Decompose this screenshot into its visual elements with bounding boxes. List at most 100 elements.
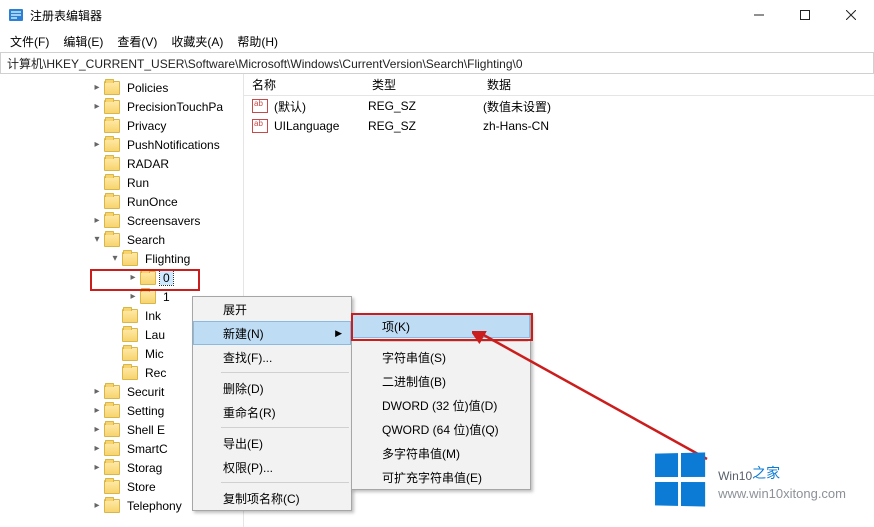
value-row[interactable]: (默认) REG_SZ (数值未设置) xyxy=(244,96,874,116)
chevron-right-icon[interactable]: ▸ xyxy=(126,291,140,302)
column-headers[interactable]: 名称 类型 数据 xyxy=(244,74,874,96)
menu-edit[interactable]: 编辑(E) xyxy=(63,33,103,50)
chevron-right-icon: ▶ xyxy=(335,328,342,339)
col-data[interactable]: 数据 xyxy=(479,76,874,93)
chevron-right-icon[interactable]: ▸ xyxy=(90,386,104,397)
folder-icon xyxy=(122,309,138,323)
tree-node-runonce[interactable]: RunOnce xyxy=(0,192,243,211)
ctx-new-qword[interactable]: QWORD (64 位)值(Q) xyxy=(352,417,530,441)
address-bar[interactable]: 计算机\HKEY_CURRENT_USER\Software\Microsoft… xyxy=(0,52,874,74)
value-data: (数值未设置) xyxy=(483,98,551,115)
tree-node-privacy[interactable]: Privacy xyxy=(0,116,243,135)
regedit-icon xyxy=(8,7,24,23)
ctx-new-multi[interactable]: 多字符串值(M) xyxy=(352,441,530,465)
ctx-expand[interactable]: 展开 xyxy=(193,297,351,321)
menu-help[interactable]: 帮助(H) xyxy=(237,33,278,50)
folder-icon xyxy=(104,442,120,456)
ctx-find[interactable]: 查找(F)... xyxy=(193,345,351,369)
tree-node-search[interactable]: ▾Search xyxy=(0,230,243,249)
address-text: 计算机\HKEY_CURRENT_USER\Software\Microsoft… xyxy=(7,55,523,72)
chevron-right-icon[interactable]: ▸ xyxy=(90,82,104,93)
value-name: (默认) xyxy=(274,98,368,115)
value-data: zh-Hans-CN xyxy=(483,119,549,133)
chevron-down-icon[interactable]: ▾ xyxy=(108,253,122,264)
ctx-new[interactable]: 新建(N)▶ xyxy=(193,321,351,345)
folder-icon xyxy=(122,347,138,361)
menu-file[interactable]: 文件(F) xyxy=(10,33,49,50)
context-submenu-new[interactable]: 项(K) 字符串值(S) 二进制值(B) DWORD (32 位)值(D) QW… xyxy=(351,313,531,490)
folder-icon xyxy=(122,328,138,342)
separator xyxy=(221,372,349,373)
annotation-box xyxy=(90,269,200,291)
tree-node-radar[interactable]: RADAR xyxy=(0,154,243,173)
chevron-right-icon[interactable]: ▸ xyxy=(90,139,104,150)
string-value-icon xyxy=(252,99,268,113)
separator xyxy=(380,341,528,342)
value-type: REG_SZ xyxy=(368,119,483,133)
folder-icon xyxy=(104,423,120,437)
folder-icon xyxy=(104,214,120,228)
close-button[interactable] xyxy=(828,0,874,30)
ctx-rename[interactable]: 重命名(R) xyxy=(193,400,351,424)
value-type: REG_SZ xyxy=(368,99,483,113)
value-name: UILanguage xyxy=(274,119,368,133)
menu-view[interactable]: 查看(V) xyxy=(117,33,157,50)
ctx-new-dword[interactable]: DWORD (32 位)值(D) xyxy=(352,393,530,417)
folder-icon xyxy=(104,195,120,209)
tree-node-push[interactable]: ▸PushNotifications xyxy=(0,135,243,154)
chevron-right-icon[interactable]: ▸ xyxy=(90,443,104,454)
watermark-brand: Win10之家 xyxy=(718,460,846,486)
tree-node-flighting[interactable]: ▾Flighting xyxy=(0,249,243,268)
folder-icon xyxy=(140,290,156,304)
folder-icon xyxy=(122,252,138,266)
folder-icon xyxy=(104,176,120,190)
chevron-right-icon[interactable]: ▸ xyxy=(90,462,104,473)
folder-icon xyxy=(122,366,138,380)
chevron-right-icon[interactable]: ▸ xyxy=(90,500,104,511)
folder-icon xyxy=(104,100,120,114)
tree-node-screensavers[interactable]: ▸Screensavers xyxy=(0,211,243,230)
ctx-copy-key-name[interactable]: 复制项名称(C) xyxy=(193,486,351,510)
ctx-permissions[interactable]: 权限(P)... xyxy=(193,455,351,479)
chevron-right-icon[interactable]: ▸ xyxy=(90,405,104,416)
ctx-new-expand[interactable]: 可扩充字符串值(E) xyxy=(352,465,530,489)
minimize-button[interactable] xyxy=(736,0,782,30)
menu-favorites[interactable]: 收藏夹(A) xyxy=(171,33,223,50)
folder-icon xyxy=(104,480,120,494)
separator xyxy=(221,427,349,428)
window-controls xyxy=(736,0,874,30)
titlebar: 注册表编辑器 xyxy=(0,0,874,30)
folder-icon xyxy=(104,138,120,152)
separator xyxy=(221,482,349,483)
ctx-export[interactable]: 导出(E) xyxy=(193,431,351,455)
tree-node-precision[interactable]: ▸PrecisionTouchPa xyxy=(0,97,243,116)
chevron-down-icon[interactable]: ▾ xyxy=(90,234,104,245)
folder-icon xyxy=(104,233,120,247)
menubar: 文件(F) 编辑(E) 查看(V) 收藏夹(A) 帮助(H) xyxy=(0,30,874,52)
folder-icon xyxy=(104,81,120,95)
col-type[interactable]: 类型 xyxy=(364,76,479,93)
col-name[interactable]: 名称 xyxy=(244,76,364,93)
folder-icon xyxy=(104,157,120,171)
tree-node-run[interactable]: Run xyxy=(0,173,243,192)
context-menu[interactable]: 展开 新建(N)▶ 查找(F)... 删除(D) 重命名(R) 导出(E) 权限… xyxy=(192,296,352,511)
chevron-right-icon[interactable]: ▸ xyxy=(90,101,104,112)
folder-icon xyxy=(104,404,120,418)
windows-logo-icon xyxy=(655,452,708,507)
ctx-new-key[interactable]: 项(K) xyxy=(352,314,530,338)
watermark-url: www.win10xitong.com xyxy=(718,486,846,501)
window-title: 注册表编辑器 xyxy=(30,7,102,24)
folder-icon xyxy=(104,461,120,475)
maximize-button[interactable] xyxy=(782,0,828,30)
chevron-right-icon[interactable]: ▸ xyxy=(90,215,104,226)
ctx-new-binary[interactable]: 二进制值(B) xyxy=(352,369,530,393)
value-row[interactable]: UILanguage REG_SZ zh-Hans-CN xyxy=(244,116,874,136)
string-value-icon xyxy=(252,119,268,133)
tree-node-policies[interactable]: ▸Policies xyxy=(0,78,243,97)
chevron-right-icon[interactable]: ▸ xyxy=(90,424,104,435)
folder-icon xyxy=(104,119,120,133)
ctx-delete[interactable]: 删除(D) xyxy=(193,376,351,400)
ctx-new-string[interactable]: 字符串值(S) xyxy=(352,345,530,369)
watermark: Win10之家 www.win10xitong.com xyxy=(654,453,846,507)
folder-icon xyxy=(104,499,120,513)
